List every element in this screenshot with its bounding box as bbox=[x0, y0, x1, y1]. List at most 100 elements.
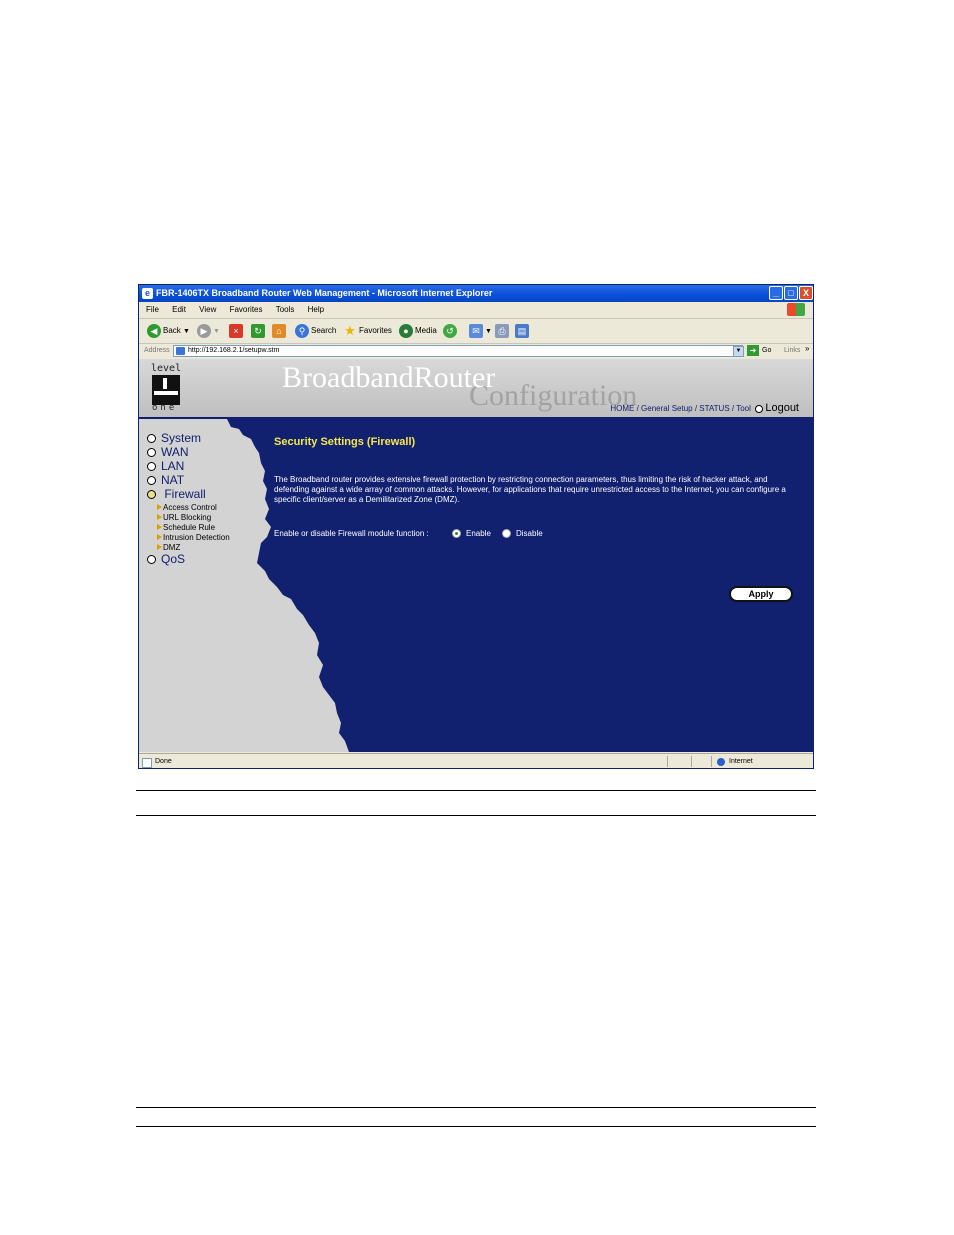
menu-tools[interactable]: Tools bbox=[276, 305, 295, 314]
nav-system[interactable]: System bbox=[147, 431, 201, 445]
sub-schedule-rule[interactable]: Schedule Rule bbox=[157, 523, 215, 532]
nav-circle-icon bbox=[147, 462, 156, 472]
mail-button[interactable]: ✉ ▼ bbox=[469, 322, 492, 340]
media-globe-icon: ● bbox=[399, 323, 413, 338]
window-title: FBR-1406TX Broadband Router Web Manageme… bbox=[156, 288, 493, 298]
radio-selected-icon bbox=[452, 529, 461, 539]
address-bar: Address http://192.168.2.1/setupw.stm ▼ … bbox=[139, 343, 813, 359]
sub-intrusion-detection[interactable]: Intrusion Detection bbox=[157, 533, 230, 542]
nav-wan[interactable]: WAN bbox=[147, 445, 189, 459]
page-done-icon bbox=[142, 758, 152, 768]
divider-line bbox=[136, 815, 816, 816]
edit-button[interactable]: ▤ bbox=[515, 322, 531, 340]
router-header: level one Configuration BroadbandRouter … bbox=[139, 359, 813, 419]
triangle-icon bbox=[157, 504, 162, 510]
title-bar[interactable]: e FBR-1406TX Broadband Router Web Manage… bbox=[139, 285, 813, 302]
forward-arrow-icon: ▶ bbox=[197, 323, 211, 338]
nav-firewall[interactable]: Firewall bbox=[147, 487, 206, 501]
page-title: Security Settings (Firewall) bbox=[274, 436, 416, 448]
media-button[interactable]: ● Media bbox=[399, 322, 437, 340]
divider-line bbox=[136, 790, 816, 791]
edit-page-icon: ▤ bbox=[515, 323, 529, 338]
nav-circle-icon bbox=[147, 448, 156, 458]
go-button[interactable]: Go bbox=[762, 343, 771, 359]
address-input[interactable]: http://192.168.2.1/setupw.stm bbox=[173, 345, 743, 357]
home-button[interactable]: ⌂ bbox=[272, 322, 288, 340]
history-button[interactable]: ↺ bbox=[443, 322, 459, 340]
chevron-right-icon[interactable]: » bbox=[805, 341, 809, 357]
divider-line bbox=[136, 1107, 816, 1108]
logo-bottom-text: one bbox=[152, 403, 178, 413]
triangle-icon bbox=[157, 544, 162, 550]
back-arrow-icon: ◀ bbox=[147, 323, 161, 338]
link-home[interactable]: HOME bbox=[610, 404, 634, 413]
history-icon: ↺ bbox=[443, 323, 457, 338]
levelone-logo-icon bbox=[152, 375, 180, 405]
menu-bar: File Edit View Favorites Tools Help bbox=[139, 302, 813, 319]
stop-icon: × bbox=[229, 323, 243, 338]
address-dropdown-icon[interactable]: ▼ bbox=[733, 346, 744, 357]
nav-nat[interactable]: NAT bbox=[147, 473, 184, 487]
navy-background bbox=[227, 419, 813, 752]
search-icon: ⚲ bbox=[295, 323, 309, 338]
zone-text: Internet bbox=[729, 758, 753, 765]
stop-button[interactable]: × bbox=[229, 322, 245, 340]
search-button[interactable]: ⚲ Search bbox=[295, 322, 336, 340]
windows-logo-icon bbox=[787, 303, 805, 316]
ie-icon: e bbox=[142, 288, 153, 299]
logo-top-text: level bbox=[151, 363, 182, 374]
disable-radio[interactable]: Disable bbox=[502, 529, 543, 539]
home-icon: ⌂ bbox=[272, 323, 286, 338]
menu-edit[interactable]: Edit bbox=[172, 305, 186, 314]
nav-circle-icon bbox=[147, 476, 156, 486]
status-bar: Done Internet bbox=[139, 753, 813, 769]
nav-lan[interactable]: LAN bbox=[147, 459, 184, 473]
apply-button[interactable]: Apply bbox=[729, 586, 793, 602]
triangle-icon bbox=[157, 534, 162, 540]
forward-button[interactable]: ▶ ▼ bbox=[197, 322, 220, 340]
sub-dmz[interactable]: DMZ bbox=[157, 543, 180, 552]
print-button[interactable]: ⎙ bbox=[495, 322, 511, 340]
back-dropdown-icon[interactable]: ▼ bbox=[183, 328, 190, 335]
refresh-button[interactable]: ↻ bbox=[251, 322, 267, 340]
close-button[interactable]: X bbox=[799, 286, 813, 300]
nav-circle-icon bbox=[147, 434, 156, 444]
nav-circle-active-icon bbox=[147, 490, 156, 500]
go-arrow-icon[interactable]: ➜ bbox=[747, 345, 759, 356]
internet-globe-icon bbox=[717, 758, 725, 766]
mail-icon: ✉ bbox=[469, 323, 483, 338]
logout-circle-icon bbox=[755, 404, 764, 413]
printer-icon: ⎙ bbox=[495, 323, 509, 338]
enable-radio[interactable]: Enable bbox=[452, 529, 491, 539]
top-links: HOME / General Setup / STATUS / Tool Log… bbox=[610, 402, 799, 414]
menu-favorites[interactable]: Favorites bbox=[230, 305, 263, 314]
link-general-setup[interactable]: General Setup bbox=[641, 404, 693, 413]
nav-circle-icon bbox=[147, 555, 156, 565]
sub-url-blocking[interactable]: URL Blocking bbox=[157, 513, 211, 522]
web-page: level one Configuration BroadbandRouter … bbox=[139, 359, 813, 752]
sub-access-control[interactable]: Access Control bbox=[157, 503, 217, 512]
link-tool[interactable]: Tool bbox=[736, 404, 751, 413]
refresh-icon: ↻ bbox=[251, 323, 265, 338]
divider-line bbox=[136, 1126, 816, 1127]
nav-qos[interactable]: QoS bbox=[147, 552, 185, 566]
minimize-button[interactable]: _ bbox=[769, 286, 783, 300]
firewall-function-label: Enable or disable Firewall module functi… bbox=[274, 529, 429, 538]
link-status[interactable]: STATUS bbox=[699, 404, 729, 413]
triangle-icon bbox=[157, 514, 162, 520]
links-button[interactable]: Links bbox=[784, 343, 800, 359]
page-icon bbox=[176, 347, 185, 355]
menu-view[interactable]: View bbox=[199, 305, 216, 314]
firewall-description: The Broadband router provides extensive … bbox=[274, 475, 786, 504]
favorites-button[interactable]: ★ Favorites bbox=[343, 322, 392, 340]
address-label: Address bbox=[144, 347, 170, 354]
maximize-button[interactable]: □ bbox=[784, 286, 798, 300]
menu-help[interactable]: Help bbox=[308, 305, 324, 314]
toolbar: ◀ Back ▼ ▶ ▼ × ↻ ⌂ ⚲ Search ★ Favorites ● Med… bbox=[139, 319, 813, 344]
menu-file[interactable]: File bbox=[146, 305, 159, 314]
logout-link[interactable]: Logout bbox=[765, 402, 799, 414]
content-area: System WAN LAN NAT Firewall Access Contr… bbox=[139, 419, 813, 752]
star-icon: ★ bbox=[344, 322, 356, 338]
triangle-icon bbox=[157, 524, 162, 530]
back-button[interactable]: ◀ Back ▼ bbox=[147, 322, 190, 340]
